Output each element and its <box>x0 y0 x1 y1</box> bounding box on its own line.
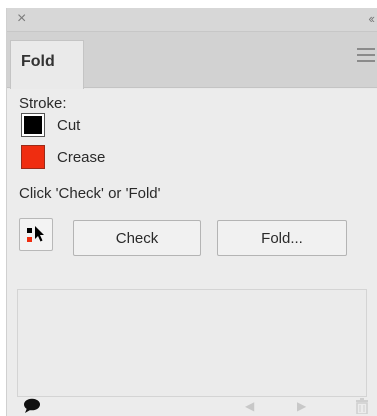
crease-label: Crease <box>57 148 106 166</box>
panel-footer: ◀ ▶ <box>7 398 377 416</box>
results-area <box>17 289 367 397</box>
cut-label: Cut <box>57 116 81 134</box>
fold-button[interactable]: Fold... <box>217 220 347 256</box>
instruction-text: Click 'Check' or 'Fold' <box>19 185 161 202</box>
previous-arrow-icon[interactable]: ◀ <box>245 399 254 413</box>
tab-fold-label: Fold <box>21 53 55 70</box>
select-tool-button[interactable] <box>19 218 53 251</box>
tab-fold[interactable]: Fold <box>10 40 84 89</box>
select-tool-icon <box>35 226 44 242</box>
trash-icon[interactable] <box>355 398 369 414</box>
collapse-panel-icon[interactable]: ‹‹ <box>368 12 375 26</box>
stroke-item-cut[interactable]: Cut <box>21 113 80 137</box>
crease-color-swatch[interactable] <box>21 145 45 169</box>
panel-titlebar: × ‹‹ <box>7 8 377 32</box>
cut-color-swatch[interactable] <box>21 113 45 137</box>
stroke-item-crease[interactable]: Crease <box>21 145 105 169</box>
comment-icon[interactable] <box>23 398 41 414</box>
close-icon[interactable]: × <box>17 11 26 27</box>
fold-panel: × ‹‹ Fold Stroke: Cut Crease Click 'Chec… <box>6 8 377 416</box>
check-button[interactable]: Check <box>73 220 201 256</box>
tab-bar: Fold <box>7 32 377 89</box>
next-arrow-icon[interactable]: ▶ <box>297 399 306 413</box>
panel-content: Stroke: Cut Crease Click 'Check' or 'Fol… <box>7 89 377 416</box>
panel-menu-icon[interactable] <box>357 48 375 62</box>
stroke-label: Stroke: <box>19 95 67 112</box>
